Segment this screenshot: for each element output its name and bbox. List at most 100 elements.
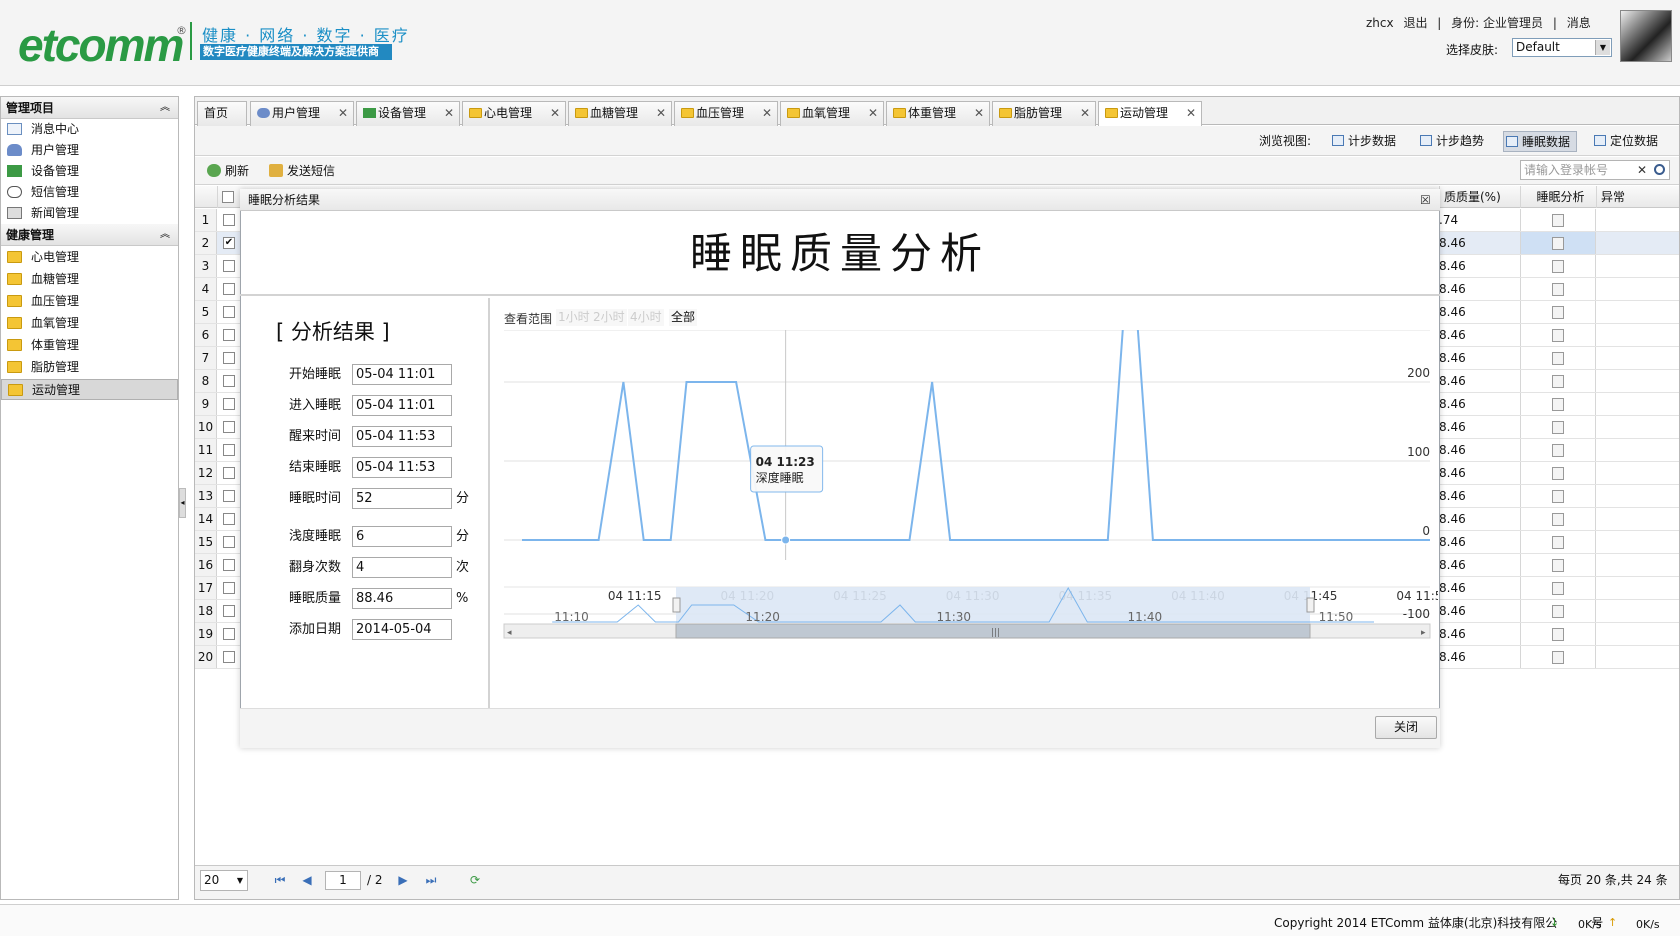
view-report-icon[interactable]	[1552, 214, 1564, 227]
field-value[interactable]: 05-04 11:01	[352, 395, 452, 416]
row-checkbox[interactable]: ✔	[223, 237, 235, 249]
sidebar-item-message-center[interactable]: 消息中心	[1, 119, 178, 140]
view-report-icon[interactable]	[1552, 559, 1564, 572]
analysis-cell[interactable]	[1520, 301, 1596, 323]
view-report-icon[interactable]	[1552, 421, 1564, 434]
analysis-header[interactable]: 睡眠分析	[1520, 186, 1596, 208]
row-checkbox[interactable]	[223, 628, 235, 640]
close-icon[interactable]: ✕	[762, 102, 772, 125]
sidebar-item-oxygen[interactable]: 血氧管理	[1, 313, 178, 334]
row-checkbox[interactable]	[223, 559, 235, 571]
analysis-cell[interactable]	[1520, 577, 1596, 599]
sleep-chart[interactable]: -100010020030040004 11:1504 11:2004 11:2…	[494, 330, 1438, 690]
range-1h-button[interactable]: 1小时	[556, 309, 592, 326]
close-icon[interactable]: ✕	[1186, 102, 1196, 125]
view-step-trend[interactable]: 计步趋势	[1418, 131, 1484, 152]
field-value[interactable]: 05-04 11:53	[352, 457, 452, 478]
tab-glucose[interactable]: 血糖管理 ✕	[568, 101, 672, 126]
row-checkbox[interactable]	[223, 214, 235, 226]
view-report-icon[interactable]	[1552, 605, 1564, 618]
collapse-icon[interactable]: ︽	[160, 97, 170, 119]
field-value[interactable]: 05-04 11:53	[352, 426, 452, 447]
search-input[interactable]: 请输入登录帐号 ✕	[1520, 160, 1670, 180]
dialog-close-icon[interactable]: ☒	[1420, 193, 1431, 207]
view-report-icon[interactable]	[1552, 444, 1564, 457]
analysis-cell[interactable]	[1520, 600, 1596, 622]
quality-header[interactable]: 质质量(%)	[1439, 186, 1520, 208]
clear-icon[interactable]: ✕	[1637, 161, 1647, 179]
field-value[interactable]: 6	[352, 526, 452, 547]
view-sleep-data[interactable]: 睡眠数据	[1503, 131, 1578, 152]
row-checkbox[interactable]	[223, 329, 235, 341]
analysis-cell[interactable]	[1520, 439, 1596, 461]
abnormal-header[interactable]: 异常	[1596, 186, 1679, 208]
row-checkbox[interactable]	[223, 490, 235, 502]
analysis-cell[interactable]	[1520, 278, 1596, 300]
select-all-checkbox[interactable]	[222, 191, 234, 203]
view-report-icon[interactable]	[1552, 352, 1564, 365]
analysis-cell[interactable]	[1520, 646, 1596, 668]
view-report-icon[interactable]	[1552, 329, 1564, 342]
analysis-cell[interactable]	[1520, 485, 1596, 507]
analysis-cell[interactable]	[1520, 393, 1596, 415]
analysis-cell[interactable]	[1520, 462, 1596, 484]
field-value[interactable]: 4	[352, 557, 452, 578]
row-checkbox[interactable]	[223, 467, 235, 479]
analysis-cell[interactable]	[1520, 347, 1596, 369]
sidebar-item-users[interactable]: 用户管理	[1, 140, 178, 161]
messages-link[interactable]: 消息	[1567, 16, 1591, 30]
skin-select[interactable]: Default ▼	[1512, 38, 1612, 57]
close-icon[interactable]: ✕	[550, 102, 560, 125]
close-icon[interactable]: ✕	[1080, 102, 1090, 125]
row-checkbox[interactable]	[223, 375, 235, 387]
sidebar-section-admin[interactable]: 管理项目 ︽	[1, 97, 178, 119]
row-checkbox[interactable]	[223, 582, 235, 594]
view-report-icon[interactable]	[1552, 490, 1564, 503]
close-icon[interactable]: ✕	[868, 102, 878, 125]
tab-ecg[interactable]: 心电管理 ✕	[462, 101, 566, 126]
collapse-icon[interactable]: ︽	[160, 224, 170, 246]
field-value[interactable]: 05-04 11:01	[352, 364, 452, 385]
tab-oxygen[interactable]: 血氧管理 ✕	[780, 101, 884, 126]
analysis-cell[interactable]	[1520, 324, 1596, 346]
view-report-icon[interactable]	[1552, 582, 1564, 595]
close-button[interactable]: 关闭	[1375, 716, 1437, 739]
view-report-icon[interactable]	[1552, 398, 1564, 411]
sidebar-item-glucose[interactable]: 血糖管理	[1, 269, 178, 290]
page-size-select[interactable]: 20 ▼	[200, 870, 248, 891]
sidebar-item-news[interactable]: 新闻管理	[1, 203, 178, 224]
view-report-icon[interactable]	[1552, 536, 1564, 549]
sidebar-item-pressure[interactable]: 血压管理	[1, 291, 178, 312]
field-value[interactable]: 88.46	[352, 588, 452, 609]
row-checkbox[interactable]	[223, 260, 235, 272]
view-report-icon[interactable]	[1552, 260, 1564, 273]
sidebar-item-weight[interactable]: 体重管理	[1, 335, 178, 356]
first-page-icon[interactable]: ⏮	[273, 873, 287, 887]
view-report-icon[interactable]	[1552, 283, 1564, 296]
refresh-button[interactable]: 刷新	[205, 162, 249, 180]
row-checkbox[interactable]	[223, 605, 235, 617]
tab-devices[interactable]: 设备管理 ✕	[356, 101, 460, 126]
field-value[interactable]: 2014-05-04	[352, 619, 452, 640]
reload-icon[interactable]: ⟳	[468, 873, 482, 887]
view-location-data[interactable]: 定位数据	[1592, 131, 1658, 152]
analysis-cell[interactable]	[1520, 209, 1596, 231]
range-2h-button[interactable]: 2小时	[591, 309, 627, 326]
sidebar-item-exercise[interactable]: 运动管理	[1, 379, 178, 400]
sidebar-item-ecg[interactable]: 心电管理	[1, 247, 178, 268]
analysis-cell[interactable]	[1520, 416, 1596, 438]
range-4h-button[interactable]: 4小时	[628, 309, 664, 326]
sidebar-collapse-handle[interactable]: ◂	[179, 488, 186, 518]
row-checkbox[interactable]	[223, 352, 235, 364]
select-all-header[interactable]	[217, 186, 239, 208]
tab-fat[interactable]: 脂肪管理 ✕	[992, 101, 1096, 126]
analysis-cell[interactable]	[1520, 232, 1596, 254]
row-checkbox[interactable]	[223, 536, 235, 548]
analysis-cell[interactable]	[1520, 255, 1596, 277]
page-number-input[interactable]: 1	[325, 871, 361, 890]
row-checkbox[interactable]	[223, 306, 235, 318]
analysis-cell[interactable]	[1520, 508, 1596, 530]
analysis-cell[interactable]	[1520, 531, 1596, 553]
view-report-icon[interactable]	[1552, 628, 1564, 641]
prev-page-icon[interactable]: ◀	[300, 873, 314, 887]
